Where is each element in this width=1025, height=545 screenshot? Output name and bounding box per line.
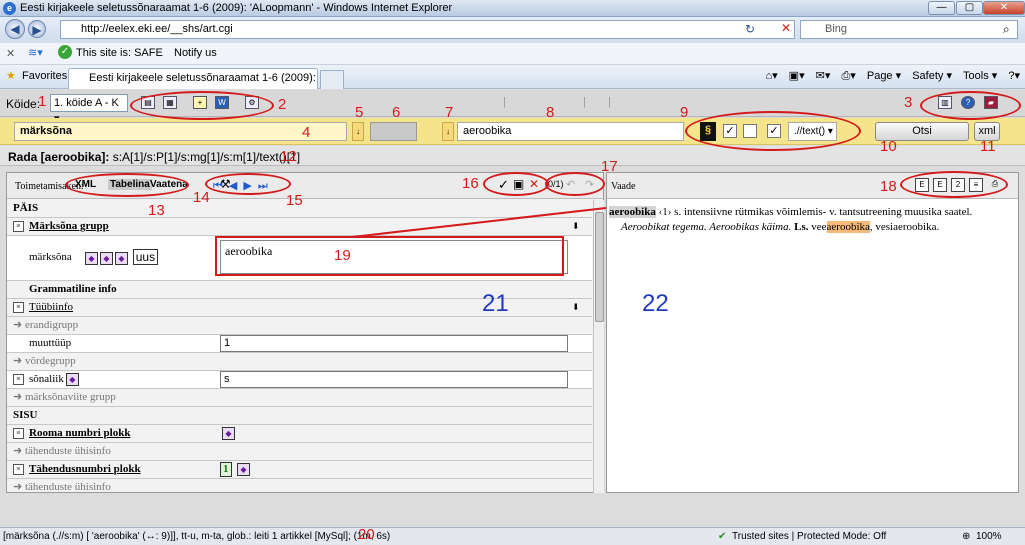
annotation-14: 14 bbox=[193, 189, 210, 206]
annotation-11: 11 bbox=[980, 138, 996, 155]
annotation-4: 4 bbox=[302, 124, 311, 141]
annotation-6: 6 bbox=[392, 104, 401, 121]
annotation-8: 8 bbox=[546, 104, 555, 121]
annotation-3: 3 bbox=[904, 94, 913, 111]
annotation-10: 10 bbox=[880, 138, 897, 155]
annotation-5: 5 bbox=[355, 104, 364, 121]
annotation-15: 15 bbox=[286, 192, 303, 209]
annotation-2: 2 bbox=[278, 96, 287, 113]
annotation-16: 16 bbox=[462, 175, 479, 192]
annotation-1: 1 bbox=[38, 93, 47, 110]
annotation-22: 22 bbox=[642, 290, 669, 317]
annotation-17: 17 bbox=[601, 158, 618, 175]
annotation-9: 9 bbox=[680, 104, 689, 121]
annotation-13: 13 bbox=[148, 202, 165, 219]
annotation-7: 7 bbox=[445, 104, 454, 121]
annotation-12: 12 bbox=[280, 148, 297, 165]
annotation-line-19 bbox=[351, 207, 607, 238]
annotation-18: 18 bbox=[880, 178, 897, 195]
annotation-19: 19 bbox=[334, 247, 351, 264]
annotation-line bbox=[351, 207, 607, 238]
annotation-21: 21 bbox=[482, 290, 509, 317]
annotation-20: 20 bbox=[358, 526, 375, 543]
